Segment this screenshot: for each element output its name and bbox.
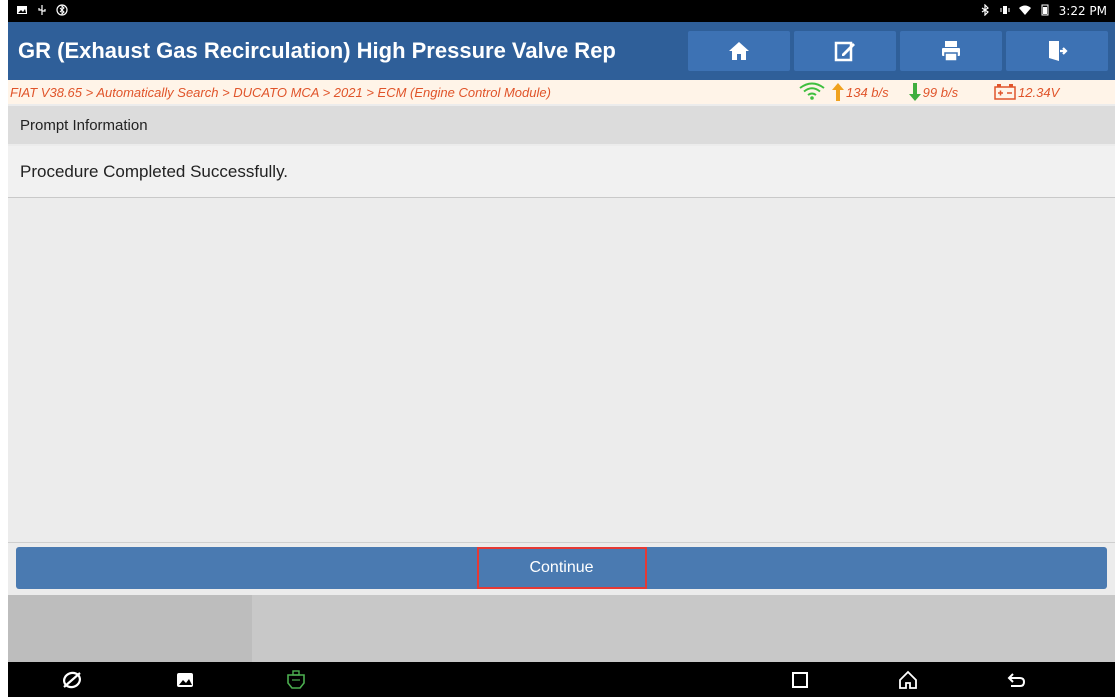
download-arrow-icon	[908, 83, 921, 101]
status-bar: 3:22 PM	[8, 0, 1115, 22]
print-icon	[942, 41, 960, 62]
bluetooth-circle-icon	[56, 3, 68, 19]
bluetooth-icon	[979, 3, 991, 19]
wifi-signal-icon	[798, 82, 826, 103]
browser-icon[interactable]	[60, 668, 84, 692]
home-button[interactable]	[688, 31, 790, 71]
wifi-icon	[1018, 4, 1031, 19]
exit-icon	[1049, 41, 1068, 61]
navigation-bar	[8, 662, 1115, 697]
edit-icon	[834, 41, 855, 62]
exit-button[interactable]	[1006, 31, 1108, 71]
page-title: GR (Exhaust Gas Recirculation) High Pres…	[18, 38, 616, 63]
print-button[interactable]	[900, 31, 1002, 71]
car-battery-icon	[994, 84, 1016, 100]
continue-button[interactable]: Continue	[476, 547, 647, 589]
download-rate: 99 b/s	[908, 83, 958, 101]
battery-voltage: 12.34V	[994, 84, 1059, 100]
bottom-panel	[8, 595, 1115, 662]
content-area	[8, 199, 1115, 543]
prompt-message: Procedure Completed Successfully.	[8, 146, 1115, 198]
home-nav-icon[interactable]	[896, 668, 920, 692]
prompt-header: Prompt Information	[8, 106, 1115, 144]
usb-icon	[36, 4, 48, 19]
bottom-left-panel	[8, 595, 252, 662]
vibrate-icon	[999, 4, 1011, 19]
home-icon	[729, 42, 749, 60]
title-bar: GR (Exhaust Gas Recirculation) High Pres…	[8, 22, 1115, 80]
recents-icon[interactable]	[788, 668, 812, 692]
gallery-icon[interactable]	[173, 668, 197, 692]
vci-icon[interactable]	[284, 668, 308, 692]
upload-rate: 134 b/s	[832, 83, 889, 101]
back-icon[interactable]	[1004, 668, 1028, 692]
battery-icon	[1039, 4, 1051, 19]
breadcrumb: FIAT V38.65 > Automatically Search > DUC…	[10, 84, 551, 100]
edit-button[interactable]	[794, 31, 896, 71]
breadcrumb-row: FIAT V38.65 > Automatically Search > DUC…	[8, 80, 1115, 104]
upload-arrow-icon	[832, 83, 844, 101]
continue-bar: Continue	[16, 547, 1107, 589]
image-icon	[16, 4, 28, 19]
app-screen: 3:22 PM GR (Exhaust Gas Recirculation) H…	[8, 0, 1115, 697]
clock: 3:22 PM	[1058, 4, 1107, 18]
